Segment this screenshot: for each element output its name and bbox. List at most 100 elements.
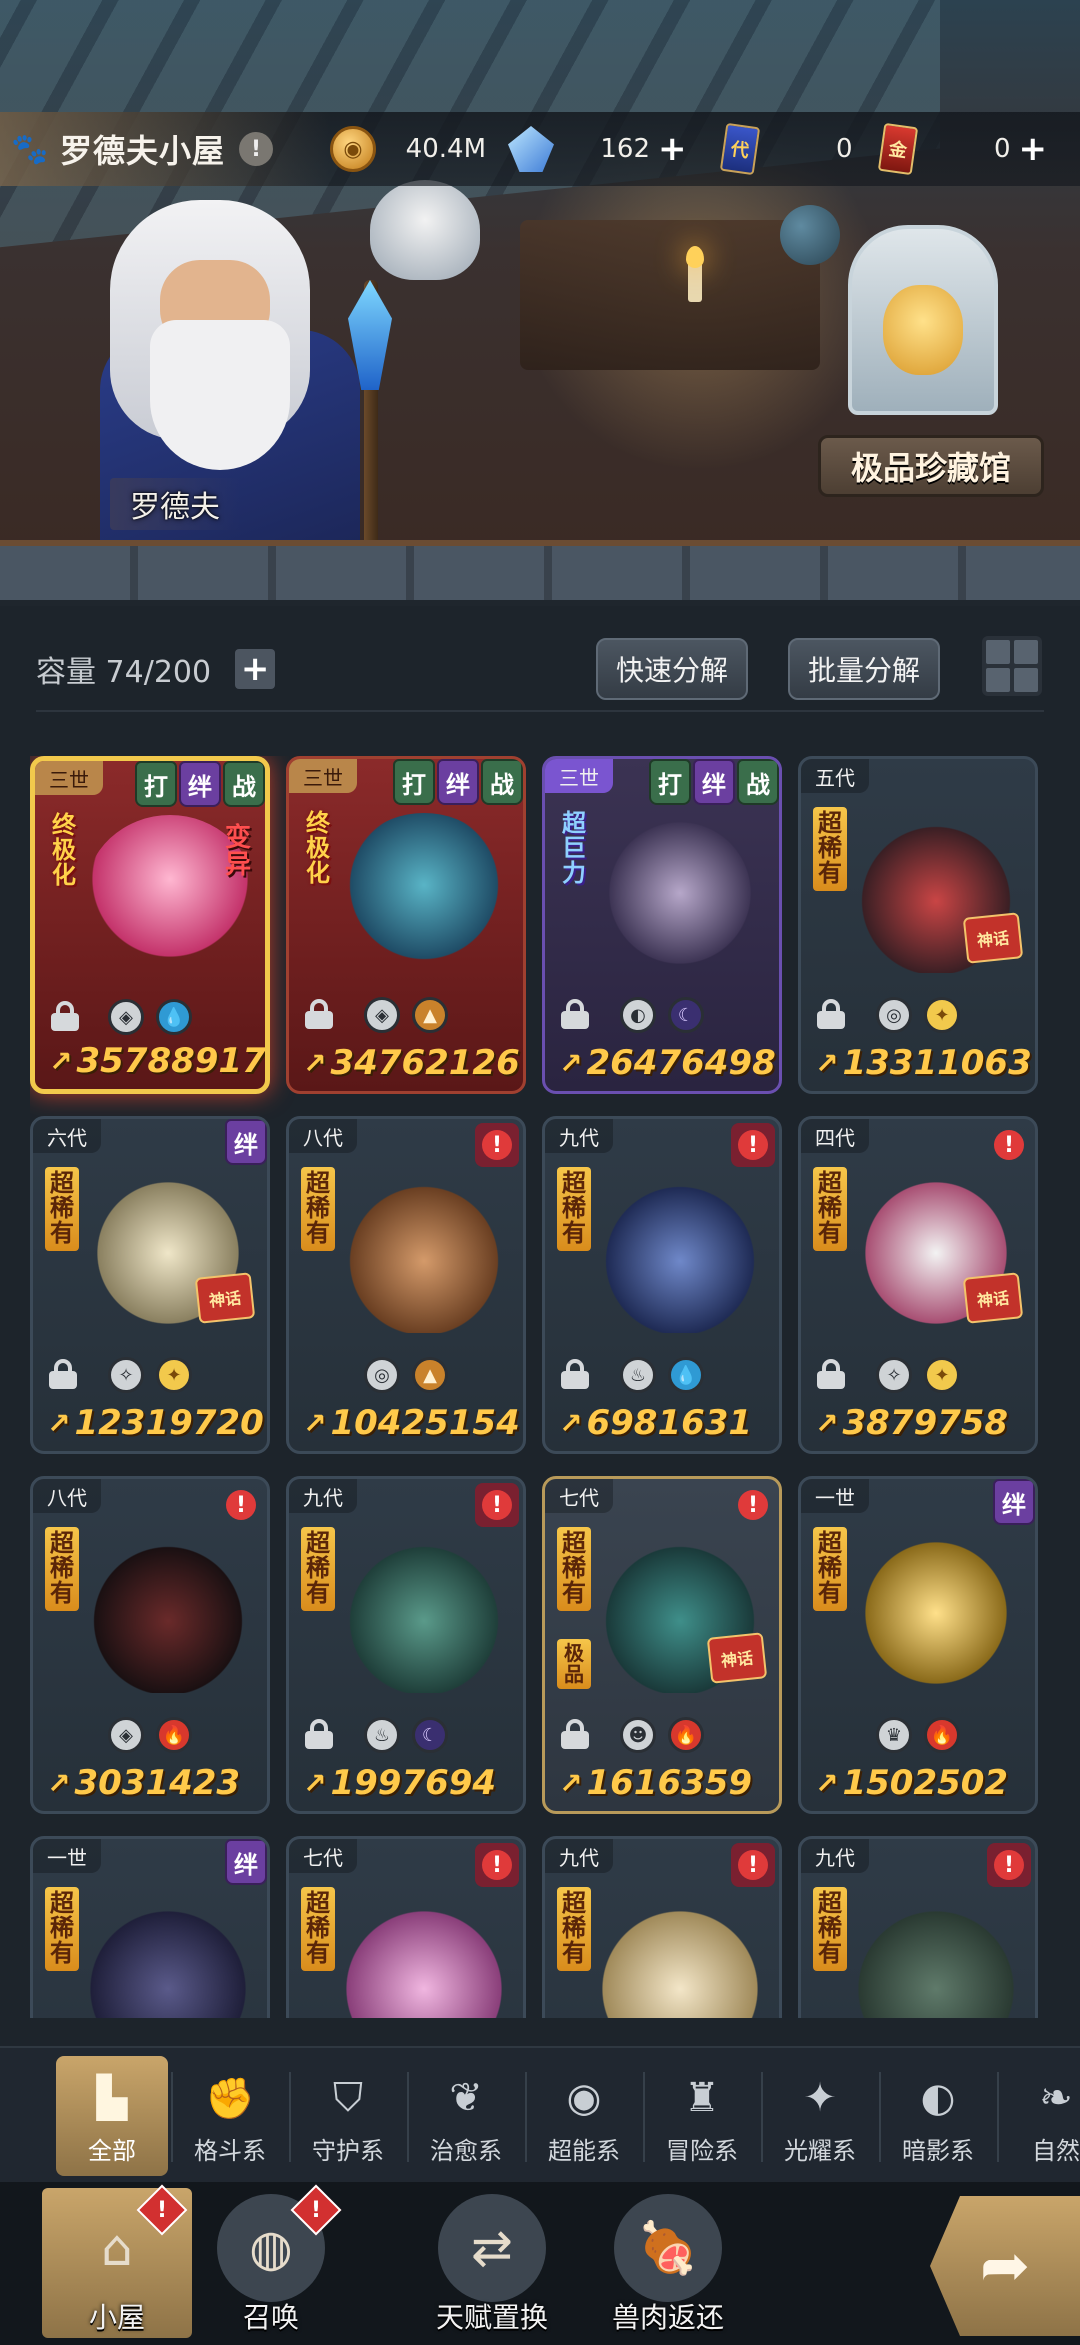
expand-capacity-button[interactable]: + [235,649,276,689]
power-number: 6981631 [586,1403,753,1443]
type-icon: ▲ [412,997,448,1033]
filter-sprout[interactable]: ❦ 治愈系 [410,2056,522,2176]
power-icon: ↗ [47,1766,71,1800]
filter-fist[interactable]: ✊ 格斗系 [174,2056,286,2176]
grid-view-icon[interactable] [982,636,1042,696]
add-diamond-button[interactable]: + [658,132,687,166]
exclamation-icon[interactable]: ! [239,132,274,166]
coin-icon: ◉ [330,126,376,172]
type-icons: ◎ ✦ [811,995,1025,1035]
power-value: ↗ 12319720 [33,1401,267,1445]
batch-decompose-button[interactable]: 批量分解 [788,638,941,700]
alien-icon: ◉ [566,2075,602,2121]
type-icons: ♛ 🔥 [811,1715,1025,1755]
filter-label: 冒险系 [666,2137,738,2165]
rarity-badge: 超稀有 [301,1887,335,1971]
power-value: ↗ 13311063 [801,1041,1035,1085]
filter-separator [407,2072,409,2162]
type-icon: ✦ [156,1357,192,1393]
pet-card[interactable]: 六代绊超稀有 神话 ✧ ✦ ↗ 12319720 [30,1116,270,1454]
filter-separator [289,2072,291,2162]
type-icon: ✦ [924,1357,960,1393]
generation-label: 九代 [289,1479,357,1513]
pet-card[interactable]: 七代! 超稀有 [286,1836,526,2018]
pet-card[interactable]: 一世 绊超稀有 [30,1836,270,2018]
alert-icon: ! [987,1123,1031,1167]
type-icon: ☾ [668,997,704,1033]
quick-decompose-button[interactable]: 快速分解 [596,638,749,700]
nav-label: 小屋 [88,2301,145,2334]
pet-card[interactable]: 九代! 超稀有 ♨ 💧 ↗ 6981631 [542,1116,782,1454]
all-blocks-icon: ▙ [96,2075,128,2121]
rarity-badge: 终极化 [306,809,330,888]
filter-eye[interactable]: ◐ 暗影系 [882,2056,994,2176]
type-icons: ☻ 🔥 [555,1715,769,1755]
skill-tag: 战 [223,761,265,807]
generation-label: 四代 [801,1119,869,1153]
type-icon: 🔥 [668,1717,704,1753]
pet-card[interactable]: 三世打绊战终极化 变异 ◈ 💧 ↗ 35788917 [30,756,270,1094]
star-burst-icon: ✦ [803,2075,837,2121]
card-tags: 绊 [223,1119,267,1165]
nav-meat[interactable]: 🍖 兽肉返还 [578,2188,758,2338]
pet-card[interactable]: 三世打绊战终极化 ◈ ▲ ↗ 34762126 [286,756,526,1094]
filter-alien[interactable]: ◉ 超能系 [528,2056,640,2176]
type-icon: ▲ [412,1357,448,1393]
generation-label: 五代 [801,759,869,793]
type-icon: 💧 [156,999,192,1035]
fist-icon: ✊ [205,2075,255,2122]
filter-all-blocks[interactable]: ▙ 全部 [56,2056,168,2176]
pet-card[interactable]: 九代! 超稀有 [798,1836,1038,2018]
power-icon: ↗ [559,1046,583,1080]
nav-label: 兽肉返还 [611,2301,724,2334]
filter-tower[interactable]: ♜ 冒险系 [646,2056,758,2176]
pet-card[interactable]: 九代! 超稀有 [542,1836,782,2018]
nav-egg[interactable]: ◍ 召唤! [196,2184,346,2338]
alert-icon: ! [219,1483,263,1527]
pet-card[interactable]: 八代! 超稀有 ◎ ▲ ↗ 10425154 [286,1116,526,1454]
card-tags: 绊 [223,1839,267,1885]
card-tags: 打绊战 [391,759,523,805]
pet-card[interactable]: 一世绊超稀有 ♛ 🔥 ↗ 1502502 [798,1476,1038,1814]
pet-portrait [83,1533,253,1693]
generation-label: 八代 [33,1479,101,1513]
generation-label: 七代 [289,1839,357,1873]
type-icons: ◎ ▲ [299,1355,513,1395]
nav-swap-arrows[interactable]: ⇄ 天赋置换 [402,2188,582,2338]
capacity-label: 容量 74/200 [36,655,212,690]
desk [520,220,820,370]
power-icon: ↗ [303,1046,327,1080]
pet-portrait [83,1893,253,2018]
pet-card[interactable]: 九代! 超稀有 ♨ ☾ ↗ 1997694 [286,1476,526,1814]
rarity-badge: 超稀有 [557,1887,591,1971]
pet-card[interactable]: 八代! 超稀有 ◈ 🔥 ↗ 3031423 [30,1476,270,1814]
generation-label: 三世 [35,761,103,795]
pet-card[interactable]: 五代 超稀有 神话 ◎ ✦ ↗ 13311063 [798,756,1038,1094]
filter-star-burst[interactable]: ✦ 光耀系 [764,2056,876,2176]
add-gold-ticket-button[interactable]: + [1019,132,1048,166]
pet-portrait [851,1533,1021,1693]
alert-icon: ! [731,1843,775,1887]
rarity-badge: 超稀有 [557,1167,591,1251]
pet-card[interactable]: 四代! 超稀有 神话 ✧ ✦ ↗ 3879758 [798,1116,1038,1454]
pet-card[interactable]: 七代! 超稀有 极品 神话 ☻ 🔥 ↗ 1616359 [542,1476,782,1814]
filter-leaf[interactable]: ❧ 自然 [1000,2056,1080,2176]
filter-separator [879,2072,881,2162]
type-filter-bar: ▙ 全部 ✊ 格斗系 ⛉ 守护系 ❦ 治愈系 ◉ 超能系 ♜ 冒险系 ✦ 光耀系 ◐ 暗影系 ❧ 自然 [0,2046,1080,2182]
power-icon: ↗ [303,1766,327,1800]
power-value: ↗ 35788917 [35,1039,265,1083]
pet-card[interactable]: 三世打绊战超巨力 ◐ ☾ ↗ 26476498 [542,756,782,1094]
card-tags: ! [471,1839,523,1891]
nav-house[interactable]: ⌂ 小屋! [42,2184,192,2338]
inventory-toolbar: 容量 74/200 + 快速分解 批量分解 [36,634,1044,704]
museum-button[interactable]: 极品珍藏馆 [818,435,1044,497]
generation-label: 九代 [801,1839,869,1873]
ticket-red-icon: 金 [877,122,918,176]
type-icon: ◎ [364,1357,400,1393]
leaf-icon: ❧ [1039,2075,1073,2121]
generation-label: 六代 [33,1119,101,1153]
forward-arrow-button[interactable]: ➦ [930,2196,1080,2336]
stone-border [0,540,1080,606]
power-number: 35788917 [76,1041,266,1081]
filter-shield[interactable]: ⛉ 守护系 [292,2056,404,2176]
